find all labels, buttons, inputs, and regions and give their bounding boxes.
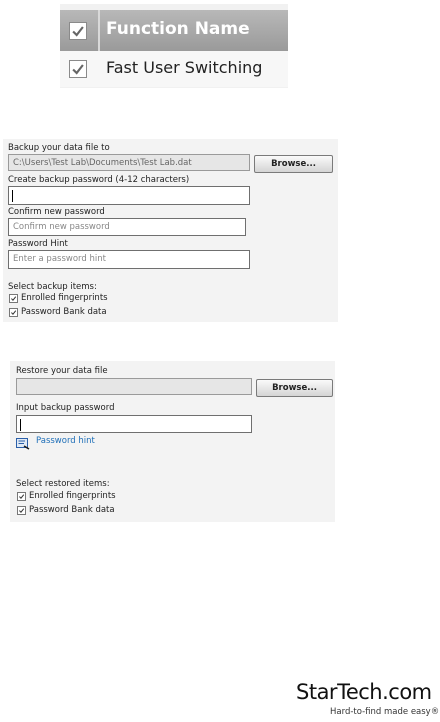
function-table-header: Function Name: [60, 10, 288, 51]
restore-items-label: Select restored items:: [16, 479, 110, 489]
backup-fingerprints-checkbox[interactable]: [9, 294, 18, 303]
select-all-checkbox[interactable]: [69, 22, 87, 40]
create-password-label: Create backup password (4-12 characters): [8, 175, 190, 185]
backup-file-label: Backup your data file to: [8, 143, 110, 153]
restore-file-path-field[interactable]: [16, 378, 252, 395]
startech-logo: StarTech.com Hard-to-find made easy®: [296, 680, 440, 720]
confirm-password-label: Confirm new password: [8, 207, 105, 217]
table-row[interactable]: Fast User Switching: [60, 51, 288, 87]
logo-tagline: Hard-to-find made easy®: [330, 707, 440, 717]
restore-browse-button[interactable]: Browse...: [256, 379, 333, 397]
restore-password-bank-label[interactable]: Password Bank data: [29, 505, 115, 515]
column-divider: [98, 10, 100, 51]
restore-fingerprints-checkbox[interactable]: [17, 492, 26, 501]
password-hint-field[interactable]: Enter a password hint: [8, 250, 250, 269]
backup-password-bank-label[interactable]: Password Bank data: [21, 307, 107, 317]
backup-fingerprints-label[interactable]: Enrolled fingerprints: [21, 293, 108, 303]
backup-items-label: Select backup items:: [8, 282, 97, 292]
password-hint-link[interactable]: Password hint: [36, 436, 95, 446]
restore-password-label: Input backup password: [16, 403, 115, 413]
function-name-cell: Fast User Switching: [106, 58, 263, 77]
logo-wordmark: StarTech.com: [296, 680, 432, 704]
restore-panel: Restore your data file Browse... Input b…: [10, 361, 335, 522]
row-checkbox[interactable]: [69, 60, 87, 78]
confirm-password-field[interactable]: Confirm new password: [8, 218, 246, 236]
backup-browse-button[interactable]: Browse...: [254, 155, 333, 173]
backup-panel: Backup your data file to C:\Users\Test L…: [3, 139, 338, 322]
password-hint-icon[interactable]: [16, 435, 30, 450]
backup-password-bank-checkbox[interactable]: [9, 308, 18, 317]
column-header-function-name[interactable]: Function Name: [106, 19, 250, 39]
restore-fingerprints-label[interactable]: Enrolled fingerprints: [29, 491, 116, 501]
function-table: Function Name Fast User Switching: [60, 4, 288, 88]
restore-file-label: Restore your data file: [16, 366, 108, 376]
create-password-field[interactable]: [8, 186, 250, 205]
restore-password-field[interactable]: [16, 415, 252, 433]
password-hint-label: Password Hint: [8, 239, 68, 249]
backup-file-path-field[interactable]: C:\Users\Test Lab\Documents\Test Lab.dat: [8, 154, 250, 171]
restore-password-bank-checkbox[interactable]: [17, 506, 26, 515]
